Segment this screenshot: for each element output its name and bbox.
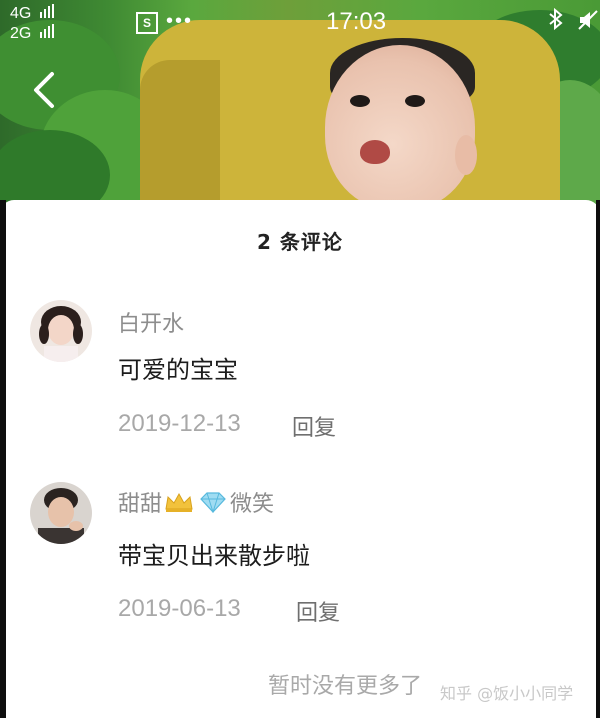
status-bar: 4G 2G S ••• 17:03 — [0, 0, 600, 46]
diamond-icon — [198, 491, 228, 519]
comment-sheet — [0, 200, 600, 718]
avatar[interactable] — [30, 482, 92, 544]
shirt-shadow — [140, 60, 220, 210]
comment-date: 2019-12-13 — [118, 410, 241, 437]
screen-edge-left — [0, 200, 6, 718]
network-label-4g: 4G — [10, 5, 32, 22]
no-more-comments-text: 暂时没有更多了 — [268, 674, 423, 699]
baby-mouth — [360, 140, 390, 164]
signal-icon — [39, 4, 56, 23]
comment-date: 2019-06-13 — [118, 595, 241, 622]
baby-eye-left — [350, 95, 370, 107]
baby-ear — [455, 135, 477, 175]
status-time: 17:03 — [326, 8, 387, 35]
baby-face — [325, 45, 475, 210]
watermark: 知乎 @饭小小同学 — [440, 684, 574, 703]
comment-text: 可爱的宝宝 — [118, 356, 238, 384]
s-app-icon: S — [136, 12, 158, 34]
comment-count-title: 2 条评论 — [257, 230, 343, 254]
network-row-1: 4G — [10, 4, 56, 23]
mute-icon — [578, 9, 598, 36]
signal-icon — [39, 24, 56, 43]
avatar[interactable] — [30, 300, 92, 362]
bluetooth-icon — [548, 7, 564, 36]
network-row-2: 2G — [10, 24, 56, 43]
username-prefix: 甜甜 — [118, 492, 163, 517]
more-dots-icon: ••• — [166, 10, 194, 32]
crown-icon — [164, 491, 194, 519]
reply-button[interactable]: 回复 — [292, 410, 336, 442]
username-suffix: 微笑 — [230, 492, 275, 517]
screen-edge-right — [596, 200, 600, 718]
comment-username[interactable]: 甜甜 微笑 — [118, 486, 274, 519]
comment-username[interactable]: 白开水 — [118, 306, 184, 338]
baby-eye-right — [405, 95, 425, 107]
back-button[interactable] — [28, 70, 64, 110]
network-label-2g: 2G — [10, 25, 32, 42]
comment-text: 带宝贝出来散步啦 — [118, 542, 310, 570]
reply-button[interactable]: 回复 — [296, 595, 340, 627]
chevron-left-icon — [34, 72, 54, 108]
